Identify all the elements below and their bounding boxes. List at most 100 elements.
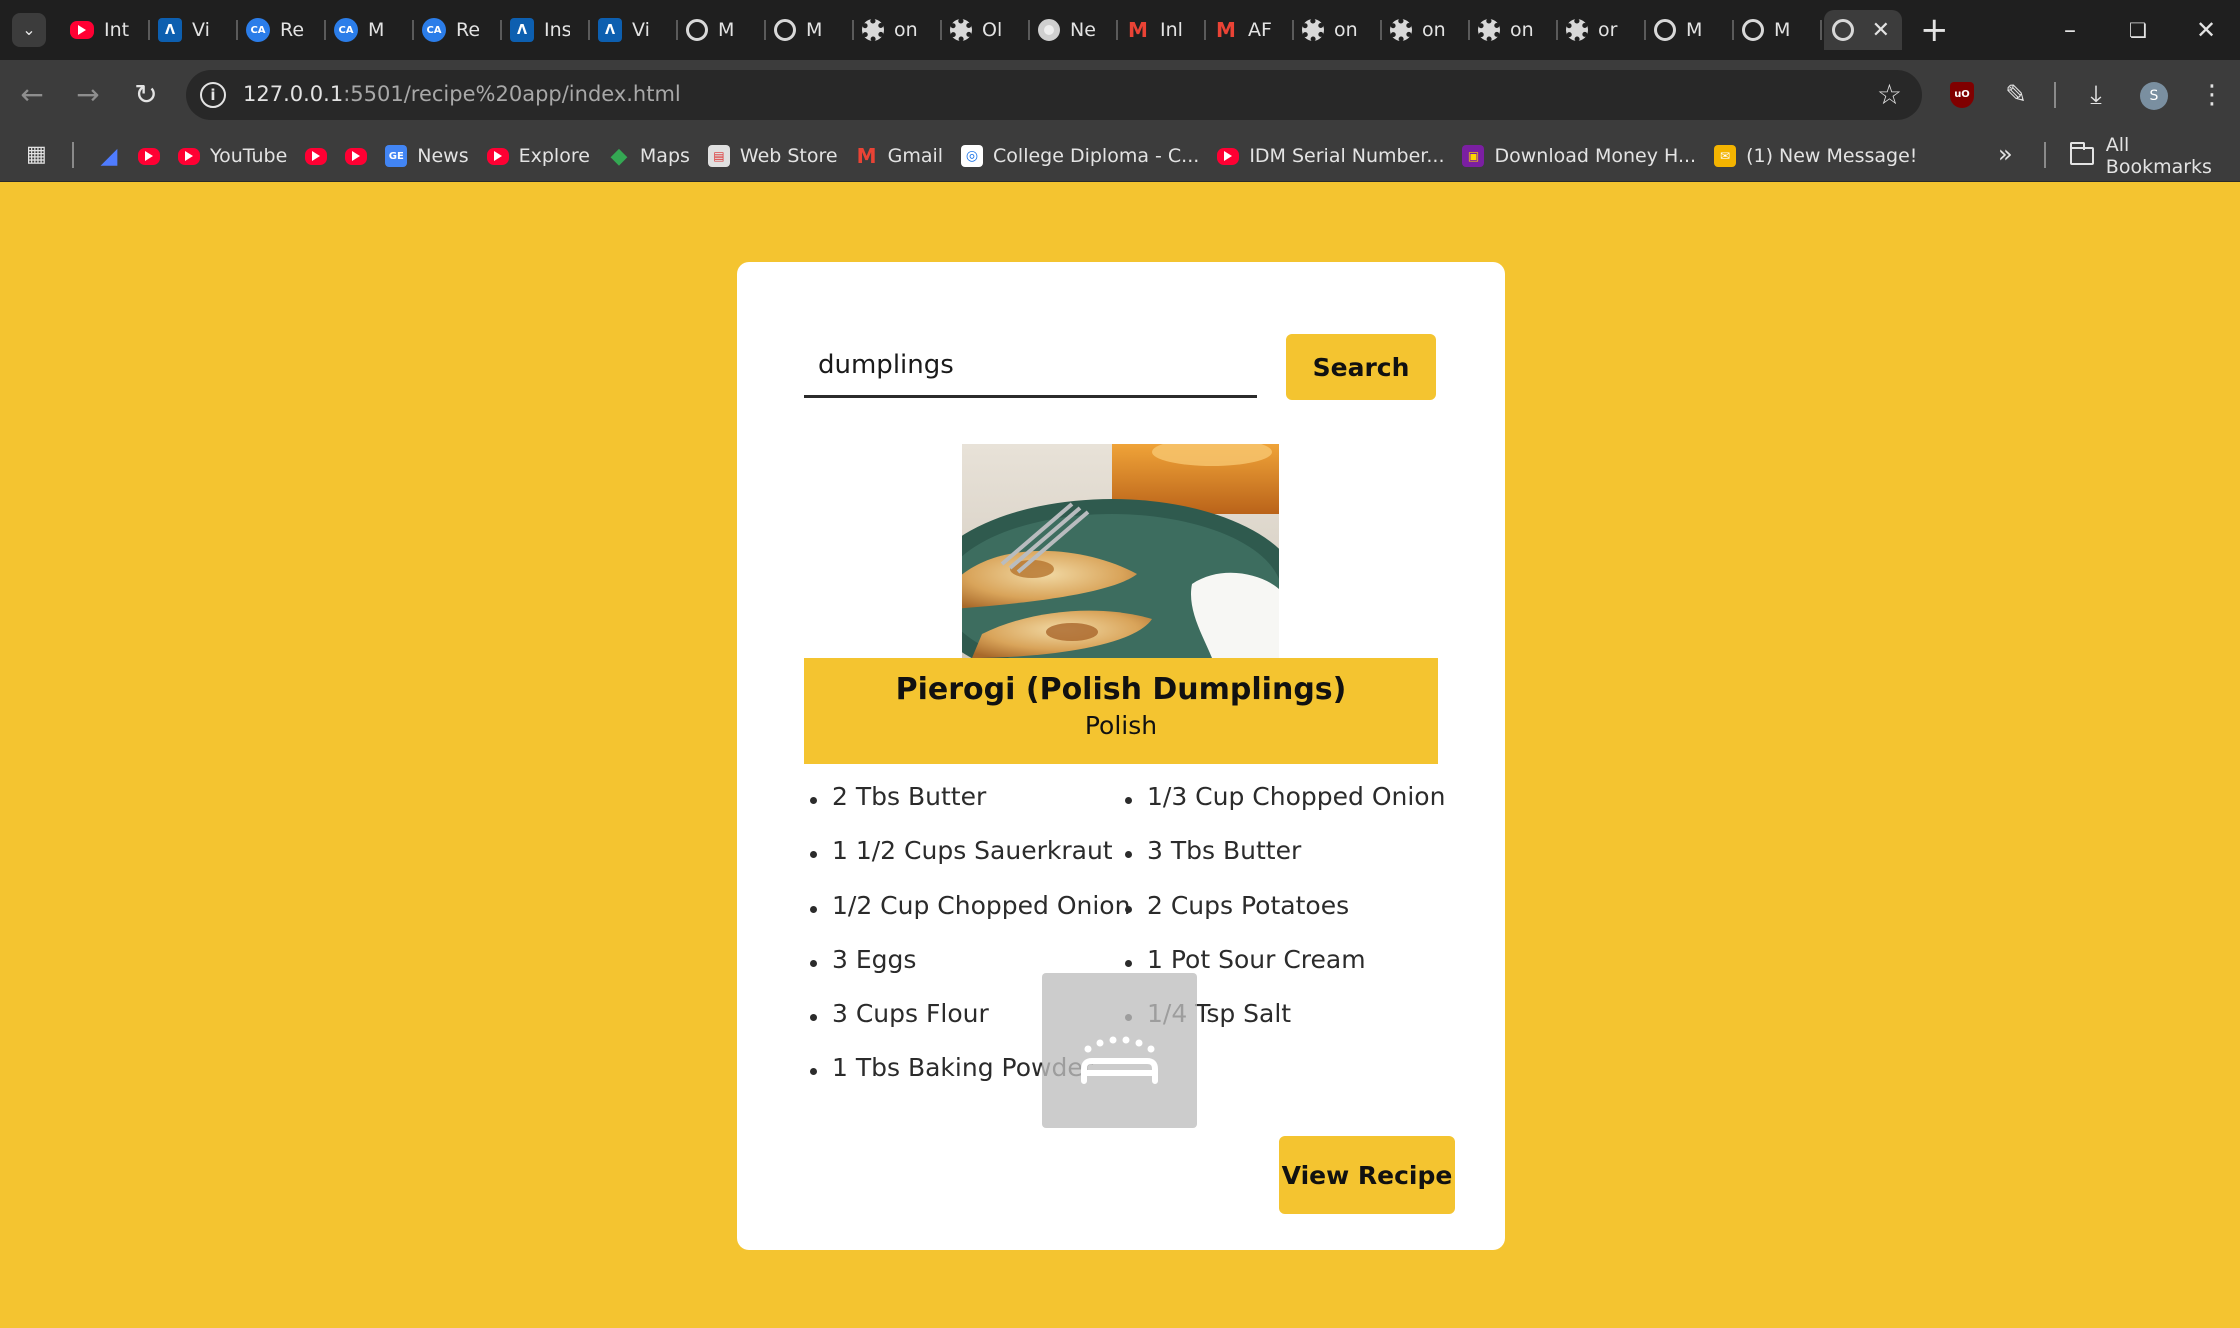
browser-tab[interactable]: on: [1294, 10, 1382, 50]
bookmark-item[interactable]: ✉ (1) New Message!: [1714, 145, 1917, 167]
ingredient-item: 3 Cups Flour: [804, 999, 989, 1028]
bookmark-label: (1) New Message!: [1746, 145, 1918, 167]
browser-toolbar: ← → ↻ i 127.0.0.1:5501/recipe%20app/inde…: [0, 60, 2240, 130]
reload-icon[interactable]: ↻: [126, 75, 166, 115]
browser-tab[interactable]: on: [1470, 10, 1558, 50]
browser-tab[interactable]: on: [854, 10, 942, 50]
download-icon[interactable]: ⤓: [2076, 75, 2116, 115]
bookmark-label: YouTube: [210, 145, 288, 167]
globe-icon: [686, 19, 708, 41]
site-info-icon[interactable]: i: [200, 82, 226, 108]
back-arrow-icon[interactable]: ←: [12, 75, 52, 115]
bookmark-item[interactable]: GE News: [385, 145, 469, 167]
menu-kebab-icon[interactable]: ⋮: [2192, 75, 2232, 115]
tab-title: M: [1774, 19, 1791, 41]
tab-title: on: [894, 19, 918, 41]
close-tab-icon[interactable]: ✕: [1872, 18, 1890, 43]
browser-tab[interactable]: Int: [62, 10, 150, 50]
bookmark-item[interactable]: ▤ Web Store: [707, 145, 838, 167]
all-bookmarks-button[interactable]: All Bookmarks: [2070, 130, 2240, 182]
forward-arrow-icon[interactable]: →: [68, 75, 108, 115]
bookmark-item[interactable]: ◆ Maps: [608, 144, 689, 169]
webstore-icon: ▤: [707, 145, 730, 167]
active-browser-tab[interactable]: ✕: [1824, 10, 1902, 50]
bookmark-item[interactable]: Explore: [486, 145, 590, 167]
bookmark-item[interactable]: [305, 147, 328, 165]
ingredient-item: 3 Tbs Butter: [1119, 836, 1301, 865]
bookmark-label: Web Store: [739, 145, 838, 167]
browser-tab-strip: ⌄ Int Λ Vi CA Re CA M CA Re Λ Ins Λ Vi M Mon Ol Ne M Inl M A…: [0, 0, 2240, 60]
recipe-area: Polish: [1084, 711, 1158, 740]
youtube-icon: [345, 147, 368, 165]
browser-tab[interactable]: M: [1646, 10, 1734, 50]
search-input[interactable]: [804, 334, 1257, 398]
browser-tab[interactable]: on: [1382, 10, 1470, 50]
browser-tab[interactable]: CA Re: [238, 10, 326, 50]
browser-tab[interactable]: CA Re: [414, 10, 502, 50]
browser-tab[interactable]: M Inl: [1118, 10, 1206, 50]
bookmark-star-icon[interactable]: ☆: [1877, 78, 1902, 111]
gmail-icon: M: [856, 144, 877, 168]
browser-tab[interactable]: or: [1558, 10, 1646, 50]
globe-icon: [774, 19, 796, 41]
ca-icon: CA: [422, 18, 446, 42]
a-icon: Λ: [598, 18, 622, 42]
globe-icon: [1742, 19, 1764, 41]
folder-icon: [2070, 142, 2094, 165]
bookmark-label: College Diploma - C...: [993, 145, 1200, 167]
url-text[interactable]: 127.0.0.1:5501/recipe%20app/index.html: [243, 82, 681, 106]
money-icon: ▣: [1462, 145, 1485, 167]
ingredient-item: 2 Tbs Butter: [804, 782, 986, 811]
arrow-icon: ◢: [100, 143, 118, 169]
browser-tab[interactable]: Λ Vi: [590, 10, 678, 50]
recipe-title: Pierogi (Polish Dumplings): [895, 672, 1347, 707]
browser-tab[interactable]: M: [1734, 10, 1822, 50]
bookmark-item[interactable]: M Gmail: [856, 144, 943, 168]
recipe-card: Search: [737, 262, 1505, 1250]
bookmark-item[interactable]: ◢: [98, 143, 120, 169]
youtube-icon: [178, 147, 200, 165]
extensions-puzzle-icon[interactable]: ✎: [1996, 75, 2036, 115]
bookmark-list: ◢ YouTube GE News Explore ◆ Maps ▤ Web Store M Gma…: [98, 130, 1918, 182]
browser-tab[interactable]: M: [766, 10, 854, 50]
film-icon: [862, 19, 884, 41]
bookmark-item[interactable]: YouTube: [178, 145, 287, 167]
youtube-icon: [305, 147, 328, 165]
bookmark-item[interactable]: ◎ College Diploma - C...: [961, 145, 1199, 167]
youtube-icon: [1217, 147, 1240, 165]
apps-grid-icon[interactable]: ▦: [26, 143, 50, 167]
tab-title: on: [1422, 19, 1446, 41]
browser-tab[interactable]: CA M: [326, 10, 414, 50]
new-tab-plus-icon[interactable]: +: [1920, 10, 1949, 50]
restore-icon[interactable]: ❏: [2108, 10, 2168, 50]
globe-icon: [1654, 19, 1676, 41]
tab-title: Ins: [544, 19, 570, 41]
browser-tab[interactable]: Ol: [942, 10, 1030, 50]
bookmark-item[interactable]: [345, 147, 368, 165]
browser-tab[interactable]: Λ Vi: [150, 10, 238, 50]
address-bar[interactable]: i 127.0.0.1:5501/recipe%20app/index.html…: [186, 70, 1922, 120]
bookmark-item[interactable]: [138, 147, 160, 165]
loading-overlay: [1042, 973, 1197, 1128]
browser-tab[interactable]: Λ Ins: [502, 10, 590, 50]
close-window-icon[interactable]: ✕: [2176, 10, 2236, 50]
browser-tab[interactable]: M AF: [1206, 10, 1294, 50]
search-button[interactable]: Search: [1286, 334, 1436, 400]
bookmark-label: Download Money H...: [1494, 145, 1697, 167]
a-icon: Λ: [510, 18, 534, 42]
bookmark-item[interactable]: IDM Serial Number...: [1217, 145, 1444, 167]
more-bookmarks-chevron-icon[interactable]: »: [1998, 140, 2013, 168]
ublock-extension-icon[interactable]: uO: [1950, 82, 1974, 108]
youtube-icon: [138, 147, 160, 165]
profile-avatar[interactable]: S: [2140, 82, 2168, 110]
ingredient-item: 3 Eggs: [804, 945, 916, 974]
tab-search-chevron-icon[interactable]: ⌄: [12, 13, 46, 47]
bookmark-item[interactable]: ▣ Download Money H...: [1462, 145, 1696, 167]
gmail-icon: M: [1216, 18, 1236, 42]
tab-title: on: [1510, 19, 1534, 41]
minimize-icon[interactable]: –: [2040, 10, 2100, 50]
bookmarks-divider: [2044, 142, 2046, 168]
browser-tab[interactable]: M: [678, 10, 766, 50]
view-recipe-button[interactable]: View Recipe: [1279, 1136, 1455, 1214]
browser-tab[interactable]: Ne: [1030, 10, 1118, 50]
